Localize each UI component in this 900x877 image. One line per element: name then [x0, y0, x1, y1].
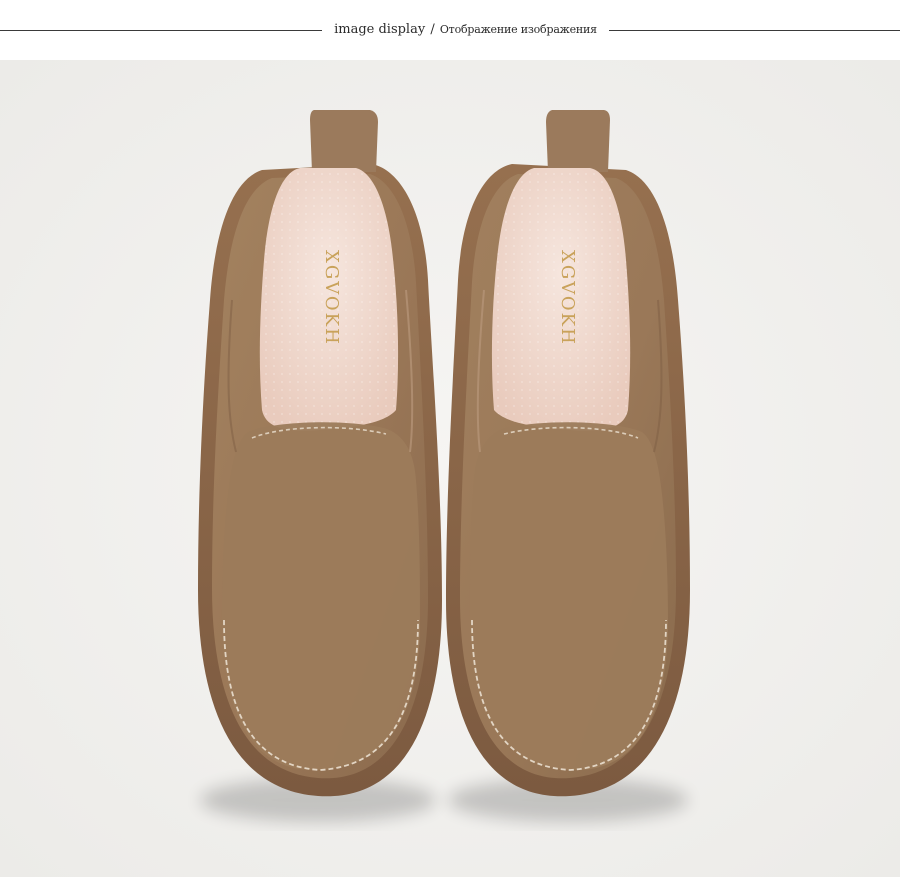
right-heel-tab — [546, 110, 610, 172]
header-rule-right — [609, 30, 900, 31]
left-shoe: XGVOKH — [198, 110, 442, 822]
caption-separator: / — [430, 22, 435, 37]
right-vamp — [470, 422, 668, 771]
product-photo: XGVOKH XGVOKH — [0, 60, 900, 877]
left-vamp — [222, 422, 420, 771]
left-heel-tab — [310, 110, 378, 172]
header-caption: image display / Отображение изображения — [322, 20, 609, 40]
caption-english: image display — [334, 22, 426, 37]
caption-russian: Отображение изображения — [439, 23, 597, 36]
right-insole-brand: XGVOKH — [557, 250, 578, 346]
shoes-illustration: XGVOKH XGVOKH — [0, 60, 900, 877]
header-rule-left — [0, 30, 322, 31]
header-bar: image display / Отображение изображения — [0, 0, 900, 60]
left-insole-brand: XGVOKH — [321, 250, 342, 346]
right-shoe: XGVOKH — [446, 110, 690, 822]
